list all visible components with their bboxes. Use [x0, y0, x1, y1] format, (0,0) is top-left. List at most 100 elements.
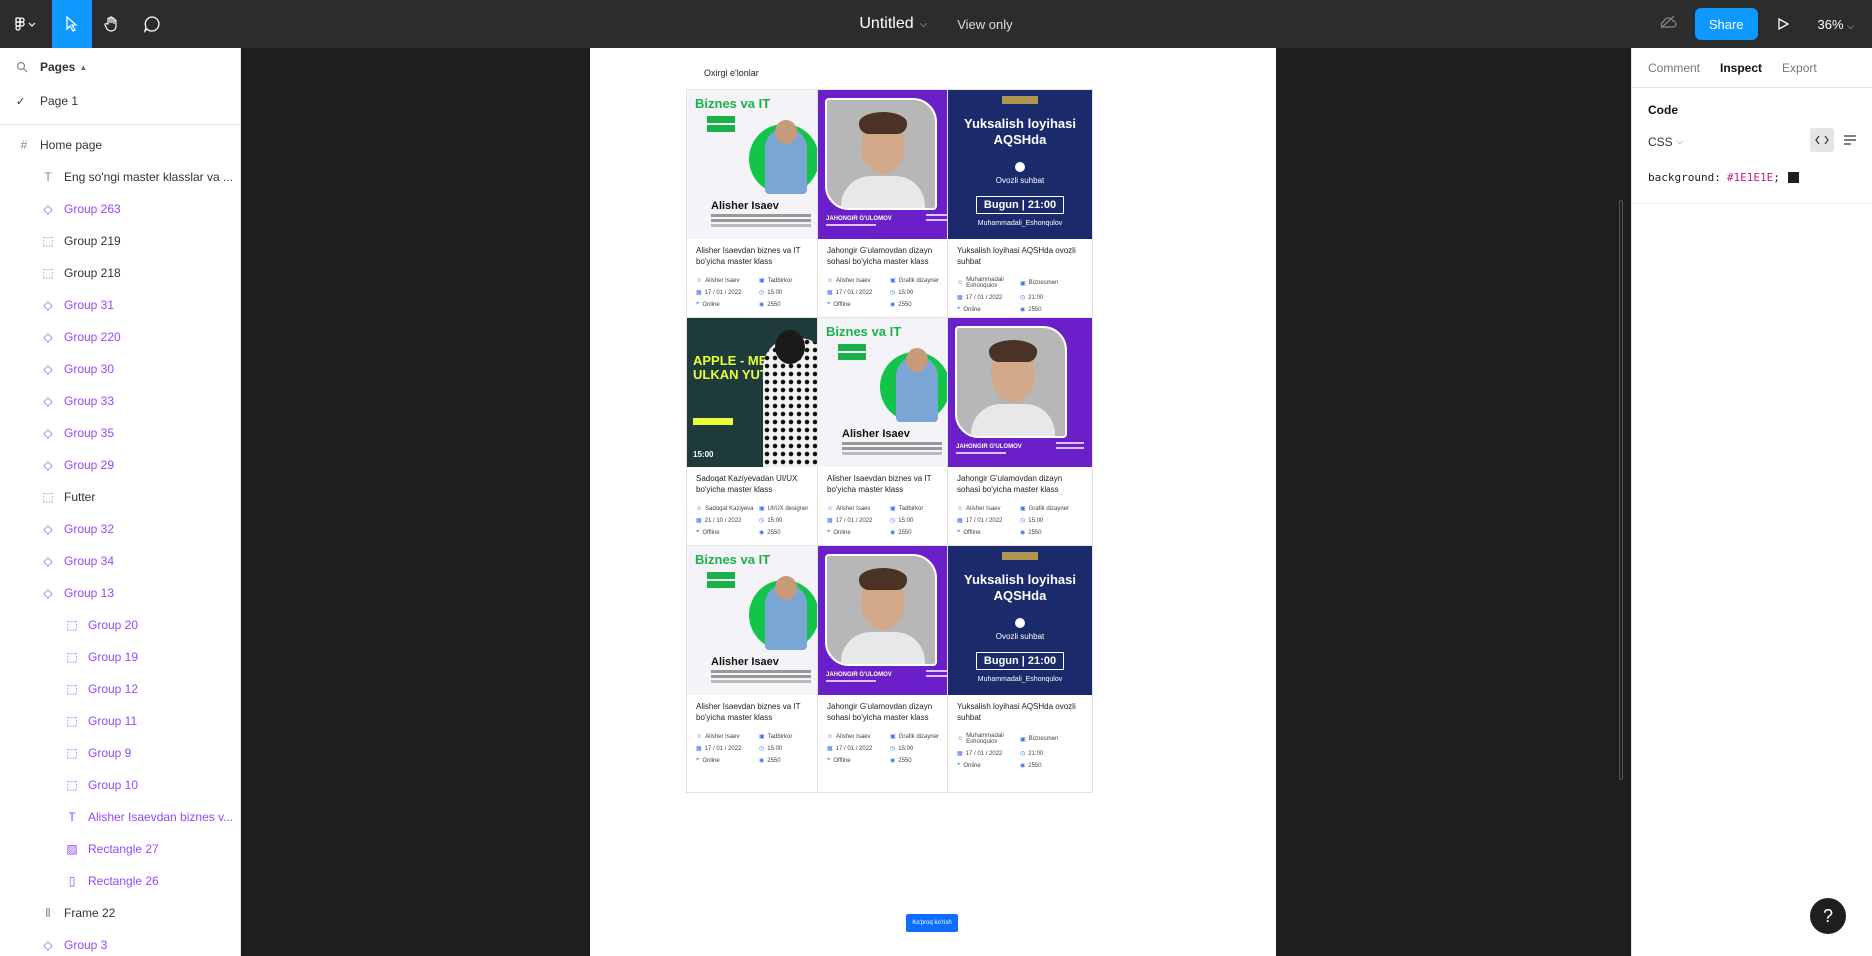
layer-label: Group 220 — [64, 330, 121, 344]
user-icon: ☺ — [957, 280, 964, 286]
layer-item[interactable]: T Eng so'ngi master klasslar va ... — [0, 161, 240, 193]
layer-item[interactable]: ⬚ Group 219 — [0, 225, 240, 257]
search-icon[interactable] — [16, 61, 28, 73]
tab-comment[interactable]: Comment — [1648, 61, 1700, 75]
yuksalish-logo — [1002, 96, 1038, 104]
meta-item: ◷ 21:00 — [1020, 750, 1083, 758]
event-card[interactable]: Yuksalish loyihasi AQSHda Ovozli suhbat … — [947, 545, 1093, 793]
user-icon: ☺ — [827, 505, 834, 512]
layer-item[interactable]: ◇ Group 30 — [0, 353, 240, 385]
meta-item: ◉ 2550 — [1020, 306, 1083, 314]
clock-icon: ◷ — [1020, 295, 1026, 301]
layer-item[interactable]: # Home page — [0, 129, 240, 161]
zoom-dropdown[interactable]: 36% ⌵ — [1818, 17, 1854, 32]
event-card[interactable]: JAHONGIR G'ULOMOV Jahongir G'ulamovdan d… — [817, 545, 963, 793]
layer-item[interactable]: ◇ Group 29 — [0, 449, 240, 481]
meta-text: Online — [702, 757, 720, 764]
layer-item[interactable]: ⬚ Group 12 — [0, 673, 240, 705]
meta-item: ▦ 17 / 01 / 2022 — [957, 294, 1020, 302]
event-card[interactable]: Yuksalish loyihasi AQSHda Ovozli suhbat … — [947, 89, 1093, 337]
layer-item[interactable]: ◇ Group 3 — [0, 929, 240, 956]
pages-toggle[interactable]: Pages ▲ — [28, 48, 87, 86]
columns-icon: Ⅱ — [45, 906, 51, 920]
card-title: Alisher Isaevdan biznes va IT bo'yicha m… — [696, 246, 801, 266]
code-view-button[interactable] — [1810, 128, 1834, 152]
layer-item[interactable]: ⬚ Group 19 — [0, 641, 240, 673]
jahongir-banner: JAHONGIR G'ULOMOV — [818, 90, 962, 239]
event-card[interactable]: Biznes va IT Alisher Isaev Alisher Isaev… — [686, 89, 832, 337]
meta-text: Online — [963, 762, 981, 769]
biznes-banner: Biznes va IT Alisher Isaev — [687, 90, 831, 239]
meta-item: ◷ 15:00 — [890, 745, 953, 753]
meta-text: 21:00 — [1028, 750, 1044, 757]
help-button[interactable]: ? — [1810, 898, 1846, 934]
layer-item[interactable]: Ⅱ Frame 22 — [0, 897, 240, 929]
comment-tool-button[interactable] — [132, 0, 172, 48]
meta-text: Tadbirkor — [767, 733, 793, 740]
group-icon: ⬚ — [66, 682, 78, 696]
event-card[interactable]: Biznes va IT Alisher Isaev Alisher Isaev… — [686, 545, 832, 793]
design-canvas[interactable]: Oxirgi e'lonlar Biznes va IT Alisher Isa… — [241, 48, 1631, 956]
event-card[interactable]: Biznes va IT Alisher Isaev Alisher Isaev… — [817, 317, 963, 565]
home-page-frame[interactable]: Oxirgi e'lonlar Biznes va IT Alisher Isa… — [590, 48, 1276, 956]
layer-label: Eng so'ngi master klasslar va ... — [64, 170, 234, 184]
layer-item[interactable]: ⬚ Group 20 — [0, 609, 240, 641]
layer-item[interactable]: ◇ Group 34 — [0, 545, 240, 577]
meta-text: 2550 — [898, 529, 912, 536]
layer-item[interactable]: ◇ Group 32 — [0, 513, 240, 545]
load-more-button[interactable]: Ko'proq ko'rish — [906, 914, 958, 932]
calendar-icon: ▦ — [827, 290, 833, 296]
layer-item[interactable]: ◇ Group 263 — [0, 193, 240, 225]
layer-item[interactable]: ⬚ Group 218 — [0, 257, 240, 289]
layer-item[interactable]: ▯ Rectangle 26 — [0, 865, 240, 897]
layer-label: Group 13 — [64, 586, 115, 600]
move-tool-button[interactable] — [52, 0, 92, 48]
component-icon: ◇ — [43, 522, 53, 536]
layer-item[interactable]: ⬚ Group 11 — [0, 705, 240, 737]
meta-text: Online — [702, 301, 720, 308]
layer-item[interactable]: ◇ Group 35 — [0, 417, 240, 449]
meta-text: 15:00 — [767, 745, 783, 752]
card-title: Jahongir G'ulamovdan dizayn sohasi bo'yi… — [827, 702, 933, 722]
group-icon: ⬚ — [66, 746, 78, 760]
event-card[interactable]: JAHONGIR G'ULOMOV Jahongir G'ulamovdan d… — [947, 317, 1093, 565]
briefcase-icon: ▣ — [759, 278, 765, 284]
group-icon: ⬚ — [66, 650, 78, 664]
layer-item[interactable]: ▨ Rectangle 27 — [0, 833, 240, 865]
list-icon — [1844, 135, 1856, 145]
layer-item[interactable]: ◇ Group 13 — [0, 577, 240, 609]
meta-text: 2550 — [767, 529, 781, 536]
language-select[interactable]: CSS ⌵ — [1632, 128, 1872, 152]
canvas-scrollbar[interactable] — [1619, 200, 1623, 780]
layer-label: Frame 22 — [64, 906, 116, 920]
layer-item[interactable]: ◇ Group 33 — [0, 385, 240, 417]
location-icon: ⌖ — [696, 529, 700, 535]
zoom-level: 36% — [1817, 16, 1844, 32]
event-card[interactable]: JAHONGIR G'ULOMOV Jahongir G'ulamovdan d… — [817, 89, 963, 337]
meta-item: ☺ Alisher Isaev — [957, 505, 1020, 512]
card-meta: ☺ Alisher Isaev ▣ Grafik dizayner ▦ 17 / 01 /… — [948, 501, 1092, 537]
tab-export[interactable]: Export — [1782, 61, 1817, 75]
present-button[interactable] — [1776, 17, 1790, 31]
meta-item: ◷ 15:00 — [1020, 517, 1083, 525]
layer-item[interactable]: ⬚ Group 10 — [0, 769, 240, 801]
layer-item[interactable]: T Alisher Isaevdan biznes v... — [0, 801, 240, 833]
clock-icon: ◷ — [890, 290, 896, 296]
share-button[interactable]: Share — [1694, 8, 1758, 40]
layer-item[interactable]: ⬚ Futter — [0, 481, 240, 513]
file-title-button[interactable]: Untitled ⌵ — [859, 15, 927, 33]
hand-tool-button[interactable] — [92, 0, 132, 48]
meta-item: ◷ 15:00 — [759, 745, 822, 753]
layer-item[interactable]: ◇ Group 220 — [0, 321, 240, 353]
briefcase-icon: ▣ — [1020, 506, 1026, 512]
list-view-button[interactable] — [1838, 128, 1862, 152]
event-card[interactable]: APPLE - MENING ULKAN YUTUG'IM 15:00 Sado… — [686, 317, 832, 565]
tab-inspect[interactable]: Inspect — [1720, 61, 1762, 75]
layer-item[interactable]: ⬚ Group 9 — [0, 737, 240, 769]
layer-item[interactable]: ◇ Group 31 — [0, 289, 240, 321]
page-item[interactable]: ✓ Page 1 — [0, 86, 240, 116]
component-icon: ◇ — [43, 202, 53, 216]
main-menu-button[interactable] — [0, 0, 52, 48]
layer-label: Group 10 — [88, 778, 139, 792]
banner-handle: Muhammadali_Eshonqulov — [977, 676, 1063, 683]
